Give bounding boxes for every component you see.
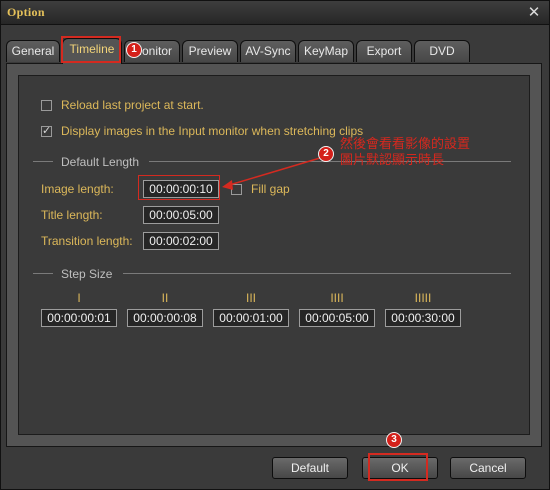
title-length-label: Title length: [41, 208, 103, 222]
group-rule-left [33, 273, 53, 274]
annotation-tab-highlight [61, 36, 121, 63]
annotation-badge-2: 2 [318, 146, 334, 162]
step-1-field[interactable]: 00:00:00:01 [41, 309, 117, 327]
annotation-badge-3: 3 [386, 432, 402, 448]
step-4-field[interactable]: 00:00:05:00 [299, 309, 375, 327]
annotation-field-highlight [138, 175, 220, 200]
display-images-label: Display images in the Input monitor when… [61, 124, 364, 138]
step-5-field[interactable]: 00:00:30:00 [385, 309, 461, 327]
tab-dvd[interactable]: DVD [414, 40, 470, 62]
tab-av-sync[interactable]: AV-Sync [240, 40, 296, 62]
annotation-note-line2: 圖片默認顯示時長 [340, 152, 445, 167]
tab-export[interactable]: Export [356, 40, 412, 62]
default-length-header: Default Length [61, 155, 140, 169]
annotation-ok-highlight [368, 453, 428, 481]
default-button[interactable]: Default [272, 457, 348, 479]
step-size-header: Step Size [61, 267, 113, 281]
group-rule-left [33, 161, 53, 162]
display-images-checkbox[interactable] [41, 124, 52, 137]
annotation-badge-1: 1 [126, 42, 142, 58]
step-mark-1: I [77, 291, 81, 305]
group-rule-right [123, 273, 511, 274]
transition-length-label: Transition length: [41, 234, 133, 248]
step-mark-4: IIII [330, 291, 344, 305]
fill-gap-checkbox[interactable] [231, 184, 242, 195]
step-mark-5: IIIII [414, 291, 432, 305]
step-3-field[interactable]: 00:00:01:00 [213, 309, 289, 327]
transition-length-field[interactable]: 00:00:02:00 [143, 232, 219, 250]
title-bar[interactable]: Option ✕ [1, 1, 549, 25]
image-length-label: Image length: [41, 182, 114, 196]
close-icon[interactable]: ✕ [525, 4, 543, 21]
reload-last-project-checkbox[interactable] [41, 100, 52, 111]
step-mark-2: II [161, 291, 169, 305]
step-2-field[interactable]: 00:00:00:08 [127, 309, 203, 327]
tab-general[interactable]: General [6, 40, 60, 62]
step-mark-3: III [245, 291, 256, 305]
title-length-field[interactable]: 00:00:05:00 [143, 206, 219, 224]
tab-keymap[interactable]: KeyMap [298, 40, 354, 62]
window-title: Option [7, 5, 45, 19]
cancel-button[interactable]: Cancel [450, 457, 526, 479]
annotation-note-line1: 然後會看看影像的設置 [340, 136, 471, 151]
reload-last-project-label: Reload last project at start. [61, 98, 204, 112]
fill-gap-label: Fill gap [251, 182, 290, 196]
tab-panel: Reload last project at start. Display im… [6, 63, 542, 447]
tab-preview[interactable]: Preview [182, 40, 238, 62]
timeline-settings: Reload last project at start. Display im… [18, 75, 530, 435]
group-rule-right [149, 161, 511, 162]
